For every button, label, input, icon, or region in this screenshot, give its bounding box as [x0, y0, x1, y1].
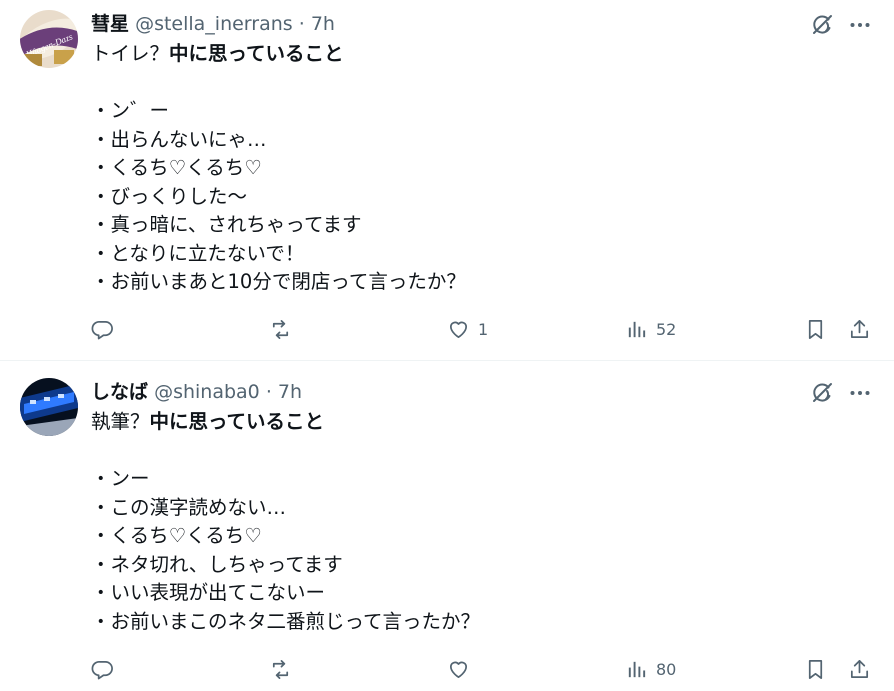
repost-icon	[272, 659, 289, 679]
list-item: ・お前いまあと10分で閉店って言ったか？	[91, 270, 466, 293]
share-button[interactable]	[848, 655, 871, 683]
views-button[interactable]: 52	[625, 315, 676, 343]
display-name[interactable]: 彗星	[91, 13, 129, 35]
tweet-text: トイレ？中に思っていること ・ン゛ー・出らんないにゃ… ・くるち♡くるち♡ ・びっくり…	[91, 40, 466, 297]
more-icon[interactable]	[848, 13, 872, 37]
like-button[interactable]: 1	[447, 315, 488, 343]
like-count: 1	[478, 319, 489, 339]
share-icon	[850, 659, 869, 678]
tweet-header: しなば @shinaba0 · 7h	[91, 380, 302, 404]
list-item: ・となりに立たないで！	[91, 241, 305, 265]
grok-icon[interactable]	[810, 13, 834, 37]
timestamp[interactable]: 7h	[311, 13, 335, 35]
separator-dot: ·	[265, 381, 272, 403]
tweet-1[interactable]: Häagen-Dazs 彗星 @stella_inerrans · 7h トイレ…	[0, 0, 894, 360]
views-button[interactable]: 80	[625, 655, 676, 683]
reply-icon	[91, 320, 113, 339]
bookmark-button[interactable]	[804, 655, 827, 683]
heart-icon	[449, 321, 468, 338]
display-name[interactable]: しなば	[91, 381, 148, 403]
tweet-first-line: 執筆？中に思っていること	[91, 410, 325, 433]
list-item: ・真っ暗に、されちゃってます	[91, 213, 362, 236]
tweet-first-line: トイレ？中に思っていること	[91, 42, 344, 65]
list-item: ・ンー	[91, 467, 150, 490]
avatar[interactable]	[20, 378, 78, 436]
user-handle[interactable]: @stella_inerrans	[135, 13, 293, 35]
list-item: ・ネタ切れ、しちゃってます	[91, 552, 343, 576]
list-item: ・お前いまこのネタ二番煎じって言ったか？	[91, 609, 481, 633]
repost-icon	[272, 319, 289, 339]
more-icon[interactable]	[848, 381, 872, 405]
reply-button[interactable]	[91, 655, 122, 683]
reply-icon	[91, 660, 113, 679]
grok-icon[interactable]	[810, 381, 834, 405]
repost-button[interactable]	[269, 315, 300, 343]
list-item: ・くるち♡くるち♡	[91, 524, 262, 547]
separator-dot: ·	[298, 13, 305, 35]
tweet-2[interactable]: しなば @shinaba0 · 7h 執筆？中に思っていること ・ンー・この漢字読…	[0, 361, 894, 691]
reply-button[interactable]	[91, 315, 122, 343]
views-icon	[628, 661, 646, 677]
tweet-text: 執筆？中に思っていること ・ンー・この漢字読めない… ・くるち♡くるち♡ ・ネタ切れ、…	[91, 408, 480, 636]
list-item: ・いい表現が出てこないー	[91, 581, 326, 604]
repost-button[interactable]	[269, 655, 300, 683]
views-count: 52	[656, 319, 677, 339]
bookmark-icon	[808, 319, 823, 339]
list-item: ・ン゛ー	[91, 99, 170, 122]
heart-icon	[449, 661, 468, 678]
bookmark-button[interactable]	[804, 315, 827, 343]
bookmark-icon	[808, 659, 823, 679]
timestamp[interactable]: 7h	[278, 381, 302, 403]
avatar[interactable]: Häagen-Dazs	[20, 10, 78, 68]
user-handle[interactable]: @shinaba0	[154, 381, 260, 403]
list-item: ・出らんないにゃ…	[91, 127, 267, 151]
share-icon	[850, 319, 869, 338]
views-icon	[628, 321, 646, 337]
list-item: ・この漢字読めない…	[91, 495, 287, 519]
list-item: ・びっくりした〜	[91, 184, 248, 208]
share-button[interactable]	[848, 315, 871, 343]
list-item: ・くるち♡くるち♡	[91, 156, 262, 179]
views-count: 80	[656, 659, 677, 679]
tweet-header: 彗星 @stella_inerrans · 7h	[91, 12, 335, 36]
like-button[interactable]	[447, 655, 478, 683]
